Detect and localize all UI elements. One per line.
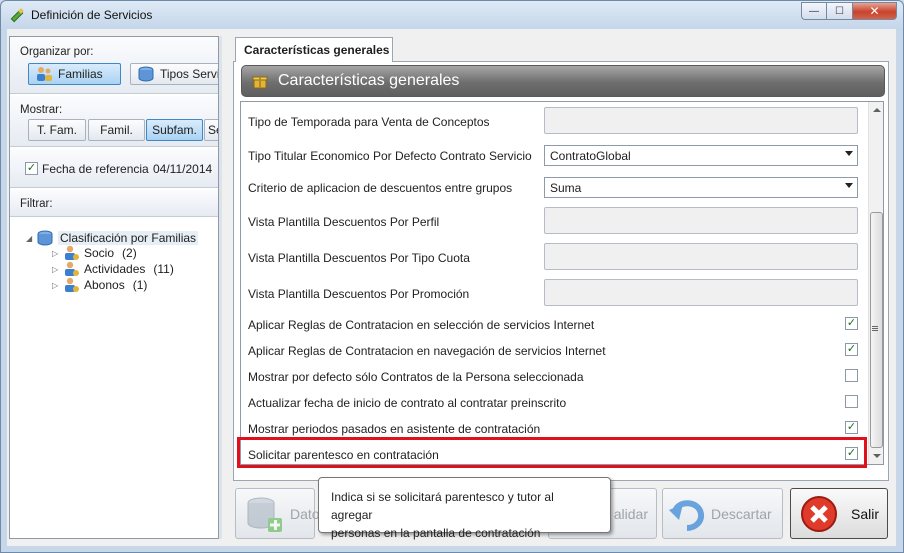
vista-promocion-text-field[interactable]: [544, 279, 858, 306]
fecha-label: Fecha de referencia: [42, 162, 149, 176]
undo-arrow-icon: [669, 499, 705, 531]
tab-caracteristicas-generales[interactable]: Características generales: [235, 37, 393, 62]
person-icon: [65, 277, 79, 292]
minimize-button[interactable]: —: [801, 2, 827, 20]
tooltip-line: Indica si se solicitará parentesco y tut…: [331, 490, 554, 522]
property-row: Tipo de Temporada para Venta de Concepto…: [241, 107, 867, 135]
people-group-icon: [37, 67, 52, 81]
gift-box-icon: [252, 76, 268, 89]
mostrar-servicios-button[interactable]: Se: [204, 119, 218, 141]
filtrar-section: Filtrar:: [10, 190, 218, 217]
reglas-seleccion-checkbox[interactable]: ✓: [845, 317, 858, 330]
property-row: Vista Plantilla Descuentos Por Perfil: [241, 207, 867, 235]
window-controls: — ☐ ✕: [801, 2, 897, 20]
property-row: Mostrar por defecto sólo Contratos de la…: [241, 369, 867, 385]
descartar-button[interactable]: Descartar: [662, 488, 783, 539]
section-header-title: Características generales: [278, 72, 460, 89]
salir-button[interactable]: Salir: [790, 488, 888, 539]
person-icon: [65, 261, 79, 276]
property-row: Aplicar Reglas de Contratacion en selecc…: [248, 317, 858, 332]
criterio-combo[interactable]: Suma: [544, 177, 858, 198]
property-row: Aplicar Reglas de Contratacion en navega…: [248, 343, 858, 358]
window-title: Definición de Servicios: [31, 8, 153, 22]
title-bar[interactable]: Definición de Servicios — ☐ ✕: [1, 1, 903, 30]
tree-expander[interactable]: ▷: [52, 249, 62, 258]
vista-perfil-text-field[interactable]: [544, 207, 858, 234]
left-panel: Organizar por: Familias Tipos Servi Most…: [9, 36, 219, 539]
tree-item-actividades[interactable]: ▷ Actividades (11): [52, 261, 174, 277]
dropdown-arrow-icon: [845, 151, 853, 156]
organizar-tipos-button[interactable]: Tipos Servi: [130, 63, 218, 85]
mostrar-subfam-button[interactable]: Subfam.: [146, 119, 203, 141]
tree-expander-root[interactable]: ◢: [26, 234, 36, 243]
titular-combo[interactable]: ContratoGlobal: [544, 145, 858, 166]
properties-grid: Tipo de Temporada para Venta de Concepto…: [240, 101, 884, 465]
grip-icon: [872, 326, 878, 327]
tree-root-label: Clasificación por Familias: [58, 231, 199, 245]
database-icon: [138, 66, 154, 82]
tree-expander[interactable]: ▷: [52, 281, 62, 290]
fecha-inicio-checkbox[interactable]: [845, 395, 858, 408]
fecha-checkbox[interactable]: ✓: [25, 162, 38, 175]
fecha-section: ✓ Fecha de referencia 04/11/2014: [10, 149, 218, 188]
datos-button[interactable]: Dato: [235, 488, 320, 539]
mostrar-section: Mostrar: T. Fam. Famil. Subfam. Se: [10, 96, 218, 147]
close-button[interactable]: ✕: [853, 2, 897, 20]
tree-item-abonos[interactable]: ▷ Abonos (1): [52, 277, 147, 293]
pencil-icon: [10, 8, 24, 23]
highlight-box: [237, 437, 867, 468]
maximize-button[interactable]: ☐: [827, 2, 853, 20]
tooltip-line: personas en la pantalla de contratación: [331, 526, 541, 540]
property-row: Mostrar periodos pasados en asistente de…: [248, 421, 858, 436]
property-row: Vista Plantilla Descuentos Por Tipo Cuot…: [241, 243, 867, 271]
property-row: Tipo Titular Economico Por Defecto Contr…: [241, 145, 867, 167]
property-row: Vista Plantilla Descuentos Por Promoción: [241, 279, 867, 307]
database-icon: [37, 230, 53, 246]
section-header: Características generales: [241, 65, 885, 97]
vista-tipo-cuota-text-field[interactable]: [544, 243, 858, 270]
mostrar-label: Mostrar:: [20, 104, 63, 116]
property-row: Actualizar fecha de inicio de contrato a…: [241, 395, 867, 411]
organizar-section: Organizar por: Familias Tipos Servi: [10, 37, 218, 94]
tree-expander[interactable]: ▷: [52, 265, 62, 274]
dropdown-arrow-icon: [845, 183, 853, 188]
organizar-familias-button[interactable]: Familias: [28, 63, 121, 85]
panel-splitter[interactable]: [219, 36, 222, 539]
tooltip: Indica si se solicitará parentesco y tut…: [318, 477, 611, 540]
person-icon: [65, 245, 79, 260]
reglas-navegacion-checkbox[interactable]: ✓: [845, 343, 858, 356]
mostrar-tfam-button[interactable]: T. Fam.: [28, 119, 86, 141]
contratos-persona-checkbox[interactable]: [845, 369, 858, 382]
filtrar-label: Filtrar:: [20, 198, 53, 210]
periodos-pasados-checkbox[interactable]: ✓: [845, 421, 858, 434]
temporada-text-field[interactable]: [544, 107, 858, 134]
scroll-thumb[interactable]: [870, 212, 883, 448]
scroll-up-icon[interactable]: [873, 108, 881, 112]
properties-scrollbar[interactable]: [868, 102, 883, 464]
database-add-icon: [247, 497, 282, 532]
organizar-label: Organizar por:: [20, 46, 94, 58]
tree-item-socio[interactable]: ▷ Socio (2): [52, 245, 137, 261]
property-row: Criterio de aplicacion de descuentos ent…: [241, 177, 867, 199]
scroll-down-icon[interactable]: [873, 454, 881, 458]
close-circle-icon: [801, 495, 837, 532]
tree-root[interactable]: ◢ Clasificación por Familias: [26, 230, 199, 246]
fecha-value[interactable]: 04/11/2014: [153, 162, 212, 176]
mostrar-famil-button[interactable]: Famil.: [88, 119, 145, 141]
